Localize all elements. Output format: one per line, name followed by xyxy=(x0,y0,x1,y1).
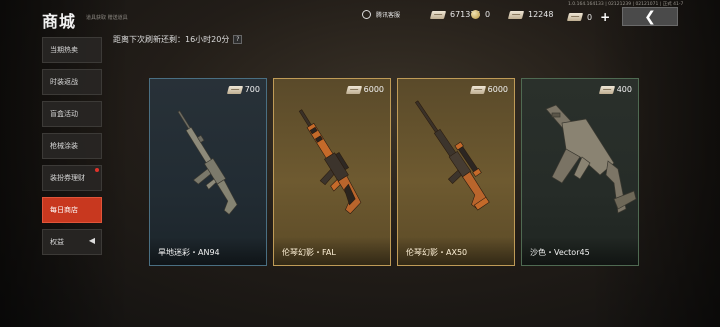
page-subtitle: 道具获取 赠送道具 xyxy=(86,15,128,21)
ticket-icon xyxy=(507,10,525,19)
page-title: 商城 xyxy=(42,12,77,31)
add-currency-button[interactable]: + xyxy=(600,10,610,24)
sidebar-item-daily-shop[interactable]: 每日商店 xyxy=(42,197,102,223)
chevron-left-icon: ◀ xyxy=(88,236,95,245)
notification-dot xyxy=(95,168,99,172)
back-button[interactable]: ❮ xyxy=(622,7,678,26)
sidebar-item-label: 当期热卖 xyxy=(50,46,78,54)
sidebar-item-label: 时装返战 xyxy=(50,78,78,86)
ticket-balance: 12248 xyxy=(507,10,554,19)
card-price: 6000 xyxy=(345,85,384,94)
card-price: 400 xyxy=(598,85,632,94)
customer-service-label: 腾讯客服 xyxy=(376,12,401,19)
card-item-name: 沙色・Vector45 xyxy=(530,248,590,257)
ticket-icon xyxy=(469,85,486,94)
sidebar-item-label: 装扮券理财 xyxy=(50,174,85,182)
sidebar-item-label: 盲盒活动 xyxy=(50,110,78,118)
coin-icon xyxy=(471,10,480,19)
shop-card-vector45[interactable]: 400 沙色・Vector45 xyxy=(521,78,639,266)
sidebar-item-label: 枪械涂装 xyxy=(50,142,78,150)
ticket-icon xyxy=(598,85,615,94)
shop-card-fal[interactable]: 6000 伦琴幻影・FAL xyxy=(273,78,391,266)
sidebar-item-label: 权益 xyxy=(50,238,64,246)
sidebar-item-blind-box[interactable]: 盲盒活动 xyxy=(42,101,102,127)
card-price-value: 400 xyxy=(616,85,632,94)
sidebar: 当期热卖 时装返战 盲盒活动 枪械涂装 装扮券理财 每日商店 权益 ◀ xyxy=(42,37,102,261)
card-item-name: 伦琴幻影・FAL xyxy=(282,248,336,257)
shop-card-ax50[interactable]: 6000 伦琴幻影・AX50 xyxy=(397,78,515,266)
refresh-timer: 距离下次刷新还剩：16小时20分 ? xyxy=(113,34,243,45)
premium-ticket-balance: 0 + xyxy=(566,10,610,24)
sidebar-item-hot-sale[interactable]: 当期热卖 xyxy=(42,37,102,63)
coin-balance-value: 0 xyxy=(485,10,491,19)
coin-balance: 0 xyxy=(471,10,490,19)
card-price: 6000 xyxy=(469,85,508,94)
sidebar-item-label: 每日商店 xyxy=(50,206,78,214)
help-button[interactable]: ? xyxy=(233,35,243,44)
card-price-value: 700 xyxy=(244,85,260,94)
card-price-value: 6000 xyxy=(363,85,384,94)
refresh-timer-text: 距离下次刷新还剩：16小时20分 xyxy=(113,35,230,44)
customer-service-button[interactable]: 腾讯客服 xyxy=(362,10,400,19)
sidebar-item-benefits[interactable]: 权益 ◀ xyxy=(42,229,102,255)
card-item-name: 旱地迷彩・AN94 xyxy=(158,248,220,257)
ticket-icon xyxy=(345,85,362,94)
ticket-icon xyxy=(226,85,243,94)
back-arrow-icon: ❮ xyxy=(644,8,656,25)
card-price: 700 xyxy=(226,85,260,94)
card-price-value: 6000 xyxy=(487,85,508,94)
service-icon xyxy=(362,10,371,19)
ticket-icon xyxy=(566,13,584,21)
shop-card-an94[interactable]: 700 旱地迷彩・AN94 xyxy=(149,78,267,266)
premium-ticket-balance-value: 0 xyxy=(587,12,593,22)
card-item-name: 伦琴幻影・AX50 xyxy=(406,248,468,257)
sidebar-item-fashion-return[interactable]: 时装返战 xyxy=(42,69,102,95)
ticket-icon xyxy=(429,10,447,19)
ticket-balance-value: 12248 xyxy=(528,10,554,19)
sidebar-item-weapon-skins[interactable]: 枪械涂装 xyxy=(42,133,102,159)
sidebar-item-coupon-finance[interactable]: 装扮券理财 xyxy=(42,165,102,191)
